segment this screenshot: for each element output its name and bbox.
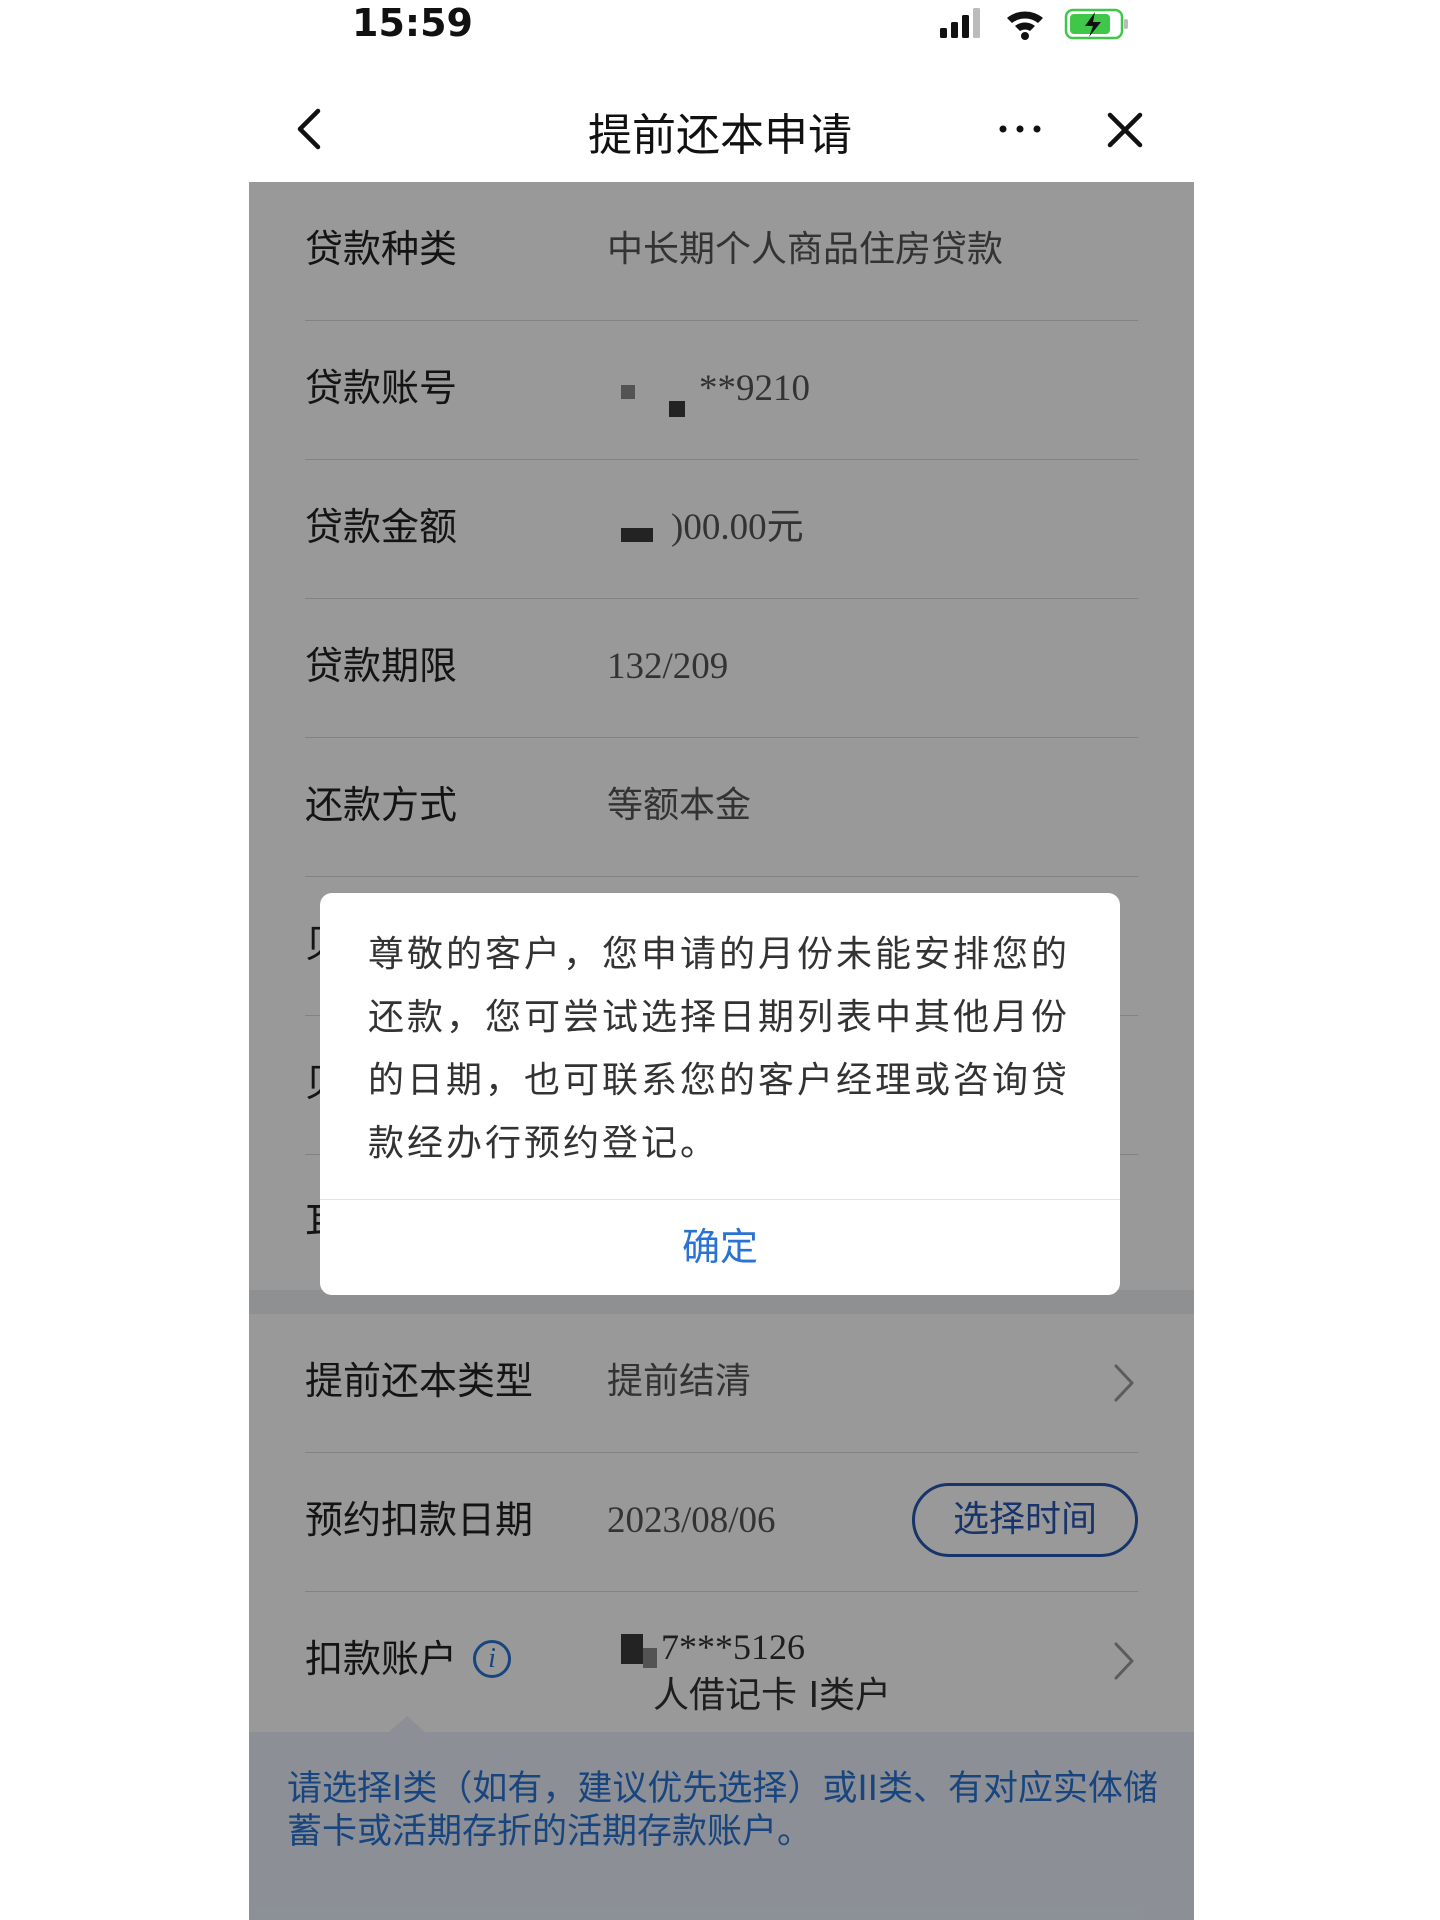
page-title: 提前还本申请 (588, 110, 852, 161)
nav-bar: 提前还本申请 (0, 85, 1440, 173)
status-icons (940, 8, 1128, 40)
status-bar: 15:59 (0, 0, 1440, 60)
more-icon[interactable] (995, 109, 1045, 149)
status-time: 15:59 (352, 1, 473, 45)
signal-icon (940, 8, 980, 38)
alert-dialog: 尊敬的客户，您申请的月份未能安排您的还款，您可尝试选择日期列表中其他月份的日期，… (320, 893, 1120, 1295)
dialog-message: 尊敬的客户，您申请的月份未能安排您的还款，您可尝试选择日期列表中其他月份的日期，… (368, 934, 1071, 1164)
wifi-icon (1007, 11, 1043, 40)
battery-icon (1064, 8, 1128, 40)
confirm-button[interactable]: 确定 (320, 1200, 1120, 1295)
close-icon[interactable] (1100, 105, 1150, 155)
